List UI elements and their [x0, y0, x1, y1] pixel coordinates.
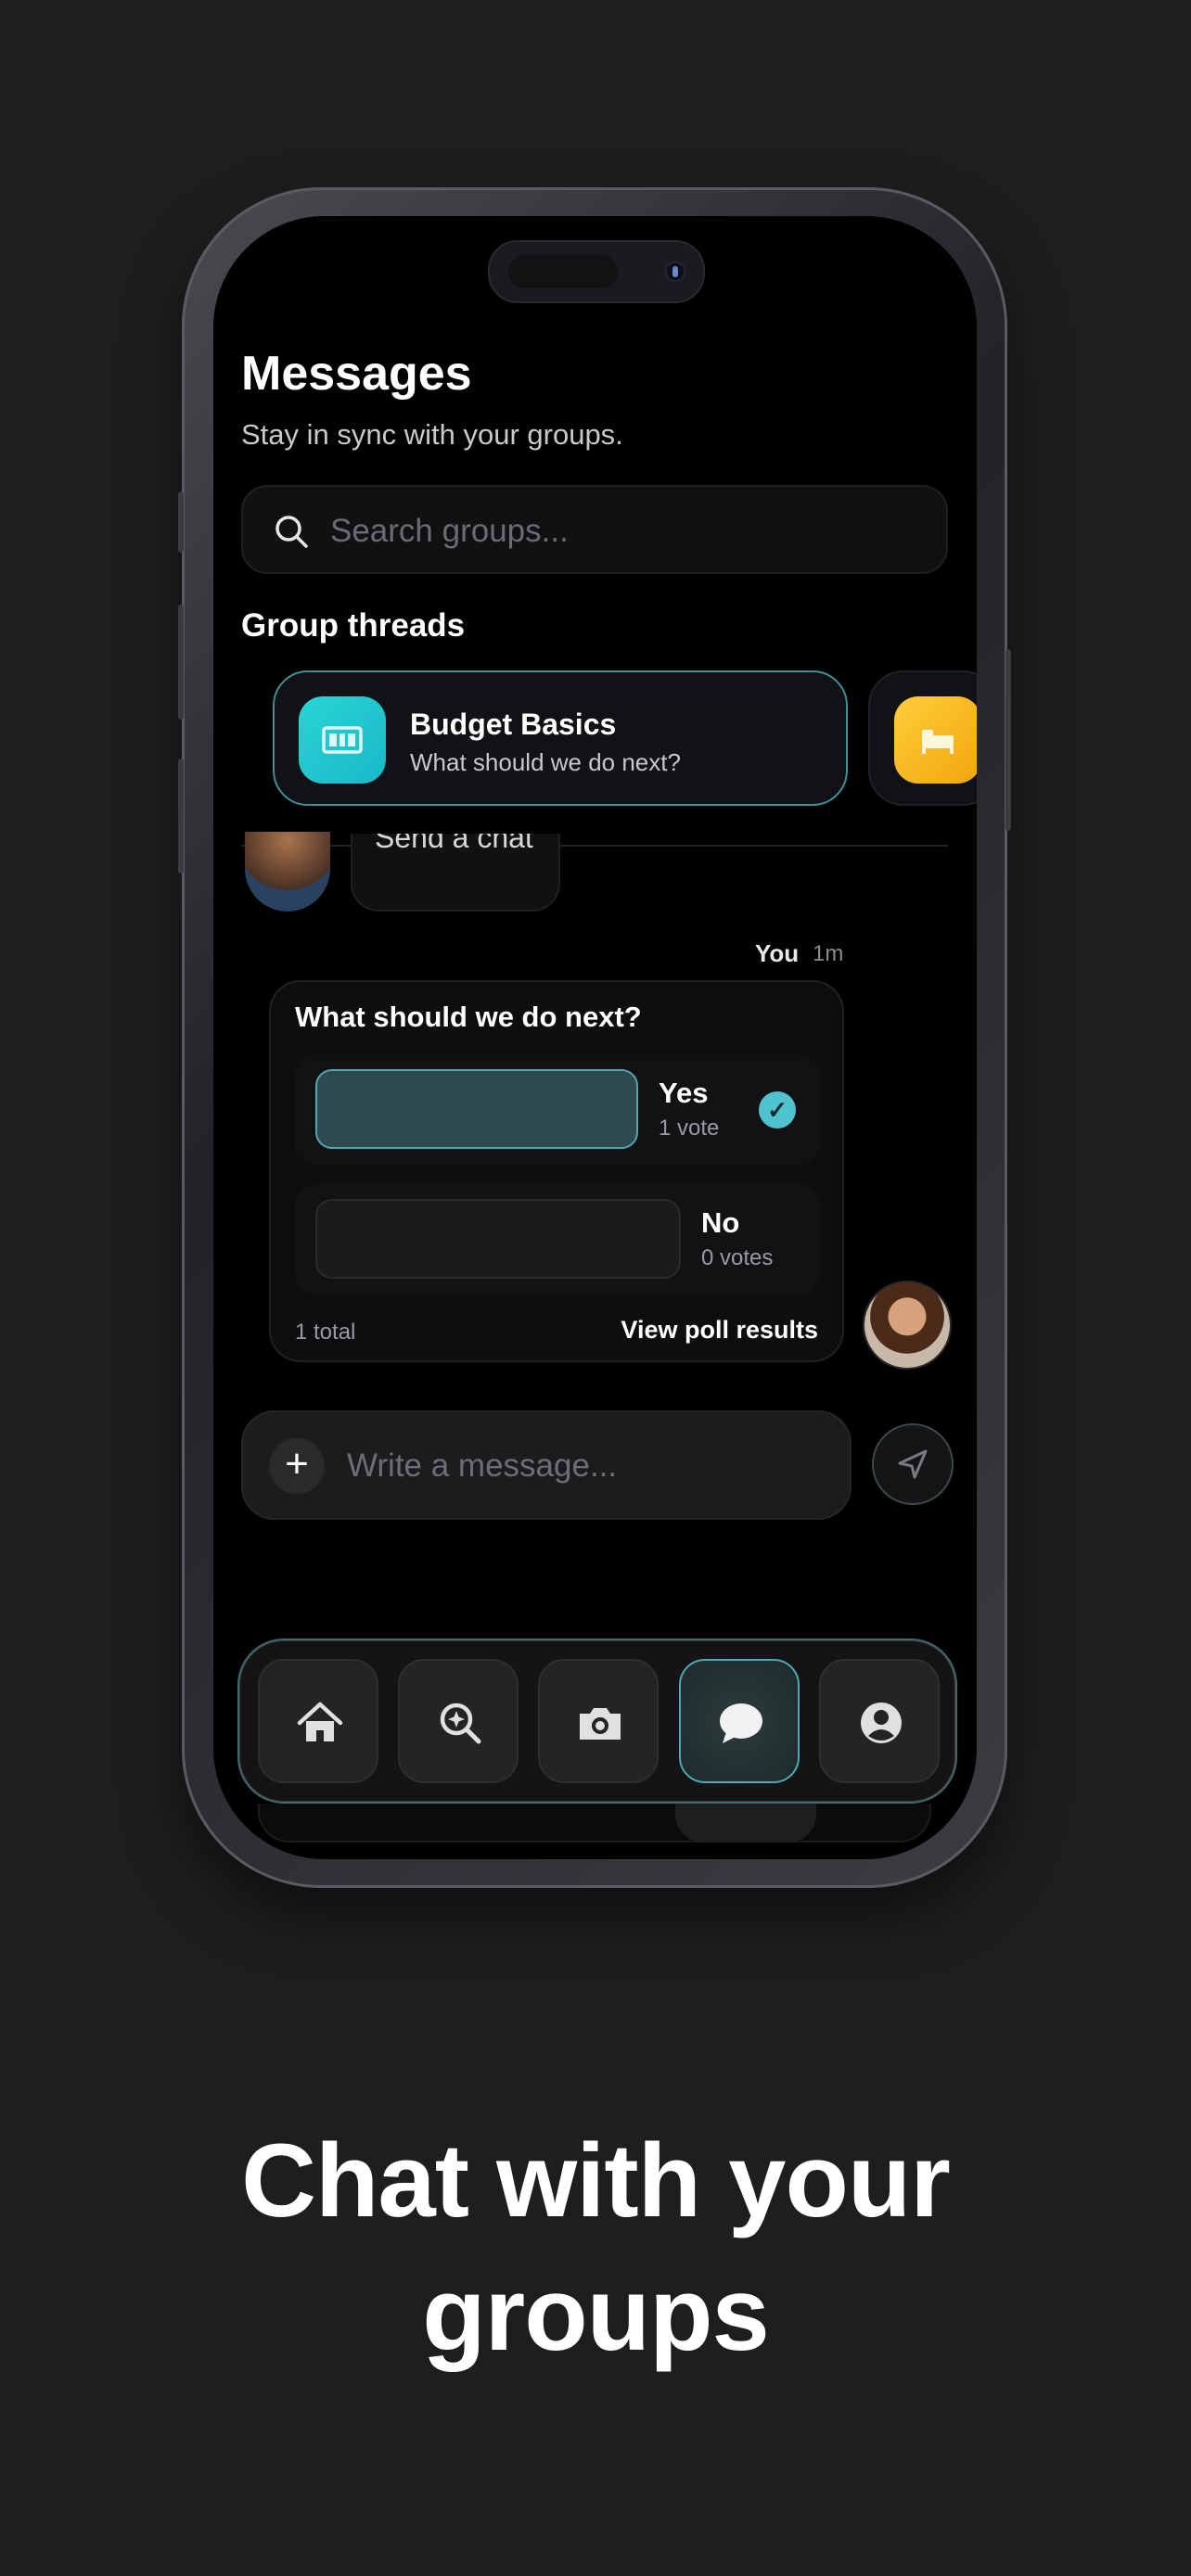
page-subtitle: Stay in sync with your groups.: [241, 418, 623, 451]
divider: [241, 845, 948, 847]
member-avatar: [245, 832, 330, 912]
page-title: Messages: [241, 347, 472, 401]
poll-question: What should we do next?: [295, 1001, 642, 1033]
poll-option-yes[interactable]: Yes 1 vote ✓: [295, 1054, 820, 1166]
poll-option-label: No: [701, 1206, 740, 1239]
message-composer[interactable]: + Write a message...: [241, 1410, 852, 1520]
volume-down-button: [178, 759, 184, 874]
thread-avatar: [894, 696, 977, 784]
message-input[interactable]: Write a message...: [347, 1447, 617, 1485]
message-time: 1m: [813, 941, 844, 966]
thread-card-next[interactable]: [868, 670, 977, 806]
send-icon: [898, 1449, 928, 1479]
volume-up-button: [178, 605, 184, 720]
headline-text: Chat with your groups: [241, 2123, 951, 2372]
phone-screen: Messages Stay in sync with your groups. …: [213, 216, 977, 1859]
tab-home[interactable]: [258, 1659, 378, 1783]
message-text: Send a chat: [375, 834, 533, 854]
poll-option-bar: [315, 1199, 681, 1279]
thread-name: Budget Basics: [410, 708, 617, 741]
tab-bar: [237, 1639, 957, 1804]
marketing-headline: Chat with your groups: [0, 2114, 1191, 2381]
message-bubble: Send a chat: [351, 834, 560, 912]
search-icon: [275, 516, 308, 548]
profile-icon: [861, 1702, 902, 1743]
thread-card-budget-basics[interactable]: Budget Basics What should we do next?: [273, 670, 848, 806]
tab-chat[interactable]: [679, 1659, 800, 1783]
section-title: Group threads: [241, 607, 466, 644]
chat-icon: [720, 1703, 762, 1743]
front-camera-icon: [664, 261, 686, 283]
action-button: [178, 491, 184, 553]
message-sender: You: [755, 939, 800, 967]
poll-option-label: Yes: [659, 1077, 709, 1109]
poll-card: What should we do next? Yes 1 vote ✓ No …: [269, 980, 844, 1362]
poll-option-bar: [315, 1069, 638, 1149]
search-placeholder: Search groups...: [330, 513, 569, 549]
dynamic-island: [488, 240, 705, 303]
check-icon: ✓: [759, 1091, 796, 1129]
bed-icon: [922, 730, 954, 754]
poll-total: 1 total: [295, 1320, 356, 1345]
poll-option-votes: 1 vote: [659, 1116, 720, 1141]
search-input[interactable]: Search groups...: [241, 485, 948, 574]
add-attachment-button[interactable]: +: [269, 1438, 325, 1494]
camera-icon: [580, 1708, 621, 1740]
tab-profile[interactable]: [819, 1659, 940, 1783]
thread-preview: What should we do next?: [410, 748, 681, 776]
view-poll-results-link[interactable]: View poll results: [621, 1316, 818, 1345]
power-button: [1005, 649, 1011, 831]
poll-option-votes: 0 votes: [701, 1245, 774, 1270]
home-icon: [297, 1702, 343, 1741]
thread-avatar: [299, 696, 386, 784]
user-avatar: [863, 1281, 952, 1370]
budget-icon: [322, 726, 363, 754]
tab-discover[interactable]: [398, 1659, 519, 1783]
tab-camera[interactable]: [538, 1659, 659, 1783]
send-button[interactable]: [872, 1423, 954, 1505]
tab-bar-shadow: [258, 1804, 931, 1843]
discover-icon: [440, 1702, 481, 1744]
poll-option-no[interactable]: No 0 votes: [295, 1184, 820, 1295]
